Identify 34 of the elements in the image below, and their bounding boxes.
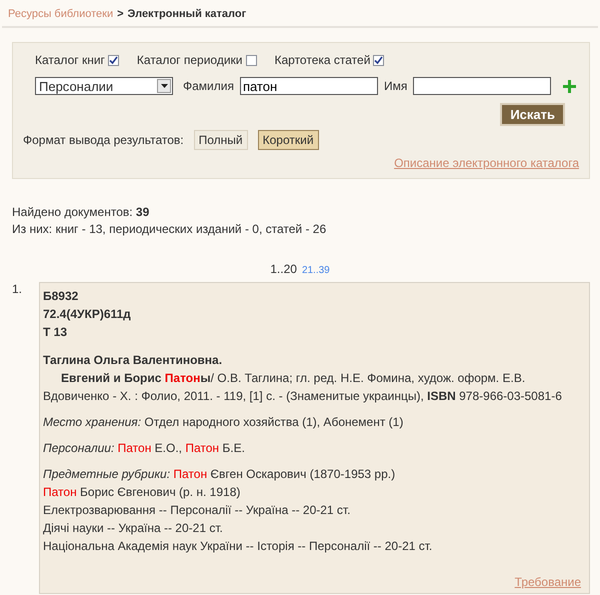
page-link[interactable]: 1..20 xyxy=(270,262,297,276)
record-detail-line: Національна Академія наук України -- Історія -- Персоналії -- 20-21 ст. xyxy=(43,538,434,555)
search-button[interactable]: Искать xyxy=(500,103,565,126)
checkbox[interactable] xyxy=(246,54,256,66)
type-select[interactable]: Персоналии xyxy=(35,77,173,95)
record-author: Таглина Ольга Валентиновна. xyxy=(43,352,224,369)
checkbox[interactable] xyxy=(108,54,119,66)
field-label: Имя xyxy=(384,79,408,93)
format-button[interactable]: Короткий xyxy=(258,130,319,150)
field-label: Фамилия xyxy=(183,79,234,93)
checkbox-label: Картотека статей xyxy=(274,53,370,67)
checkbox-label: Каталог книг xyxy=(35,53,105,67)
surname-field[interactable]: патон xyxy=(240,77,378,95)
page-title: Электронный каталог xyxy=(128,8,246,20)
record-detail-line: Електрозварювання -- Персоналії -- Україна -- 20-21 ст. xyxy=(43,502,352,519)
record-number: 1. xyxy=(12,282,24,298)
breakdown-text: Из них: книг - 13, периодических изданий - 0, статей - 26 xyxy=(12,221,328,238)
format-button[interactable]: Полный xyxy=(194,130,248,150)
record-description: Евгений и Борис Патоны/ О.В. Таглина; гл. ред. Н.Е. Фомина, худож. оформ. Е.В. Вдовиченко - Х. : Фолио, 2011. - 119, [1] с. - (Знаменитые украинцы), ISBN 978-966-03-5081-6 xyxy=(43,370,563,405)
shelf-code: Т 13 xyxy=(43,324,68,341)
shelf-code: 72.4(4УКР)611д xyxy=(43,306,132,323)
found-count-text: Найдено документов: 39 xyxy=(12,204,150,221)
record-detail-line: Персоналии: Патон Е.О., Патон Б.Е. xyxy=(43,440,246,457)
breadcrumb-separator: > xyxy=(117,8,124,20)
shelf-code: Б8932 xyxy=(43,288,80,305)
record-detail-line: Место хранения: Отдел народного хозяйства (1), Абонемент (1) xyxy=(43,414,404,431)
record-detail-line: Діячі науки -- Україна -- 20-21 ст. xyxy=(43,520,224,537)
format-label: Формат вывода результатов: xyxy=(23,133,184,147)
record-detail-line: Патон Борис Євгенович (р. н. 1918) xyxy=(43,484,242,501)
checkbox[interactable] xyxy=(373,54,384,66)
add-icon[interactable] xyxy=(563,80,576,92)
name-field[interactable] xyxy=(413,77,552,95)
checkbox-label: Каталог периодики xyxy=(136,53,242,67)
record-detail-line: Предметные рубрики: Патон Євген Оскарович (1870-1953 рр.) xyxy=(43,466,396,483)
